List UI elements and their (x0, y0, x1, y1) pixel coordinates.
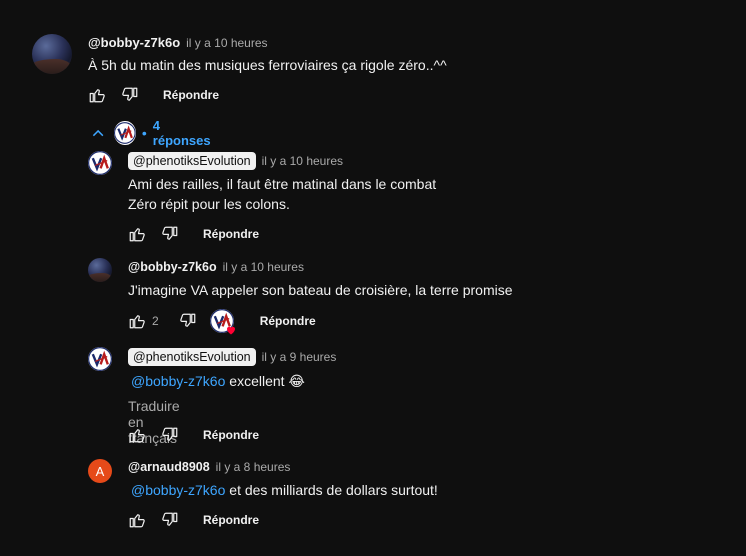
like-button[interactable] (128, 312, 146, 330)
comment-text: @bobby-z7k6o et des milliards de dollars… (131, 480, 438, 500)
reply-button[interactable]: Répondre (203, 227, 259, 241)
comment-time[interactable]: il y a 10 heures (186, 36, 267, 50)
dislike-button[interactable] (161, 426, 179, 444)
thumbs-up-icon (129, 315, 145, 329)
thumbs-up-icon (129, 429, 145, 443)
thumbs-up-icon (129, 514, 145, 528)
replies-toggle[interactable]: • 4 réponses (90, 118, 215, 148)
mention-link[interactable]: @bobby-z7k6o (131, 373, 225, 389)
avatar[interactable] (32, 34, 72, 74)
reply-button[interactable]: Répondre (203, 428, 259, 442)
reply-button[interactable]: Répondre (203, 513, 259, 527)
heart-icon (226, 326, 235, 335)
avatar[interactable] (88, 347, 112, 371)
comment-body: excellent (229, 373, 285, 389)
creator-heart-badge (209, 309, 235, 335)
comment-text: @bobby-z7k6o excellent 😂 (131, 371, 305, 391)
laughing-emoji: 😂 (288, 373, 305, 389)
like-button[interactable] (128, 225, 146, 243)
avatar[interactable] (88, 151, 112, 175)
previous-comment-fragment (142, 0, 152, 2)
comment-author[interactable]: @phenotiksEvolution (128, 348, 256, 366)
comment-text-line: Ami des railles, il faut être matinal da… (128, 176, 437, 192)
mention-link[interactable]: @bobby-z7k6o (131, 482, 225, 498)
thumbs-down-icon (162, 427, 178, 441)
comment-time[interactable]: il y a 10 heures (262, 154, 343, 168)
like-button[interactable] (88, 86, 106, 104)
thumbs-down-icon (162, 512, 178, 526)
thumbs-up-icon (129, 228, 145, 242)
comment-author[interactable]: @arnaud8908 (128, 460, 210, 474)
dislike-button[interactable] (161, 225, 179, 243)
comment-text-line: Zéro répit pour les colons. (128, 196, 290, 212)
avatar[interactable]: A (88, 459, 112, 483)
comment-author[interactable]: @phenotiksEvolution (128, 152, 256, 170)
comment-author[interactable]: @bobby-z7k6o (128, 260, 217, 274)
comment-time[interactable]: il y a 8 heures (216, 460, 291, 474)
thumbs-down-icon (179, 313, 196, 327)
thumbs-down-icon (122, 87, 138, 101)
comment-body: et des milliards de dollars surtout! (229, 482, 438, 498)
chevron-up-icon (92, 129, 104, 137)
comment-time[interactable]: il y a 10 heures (223, 260, 304, 274)
creator-avatar (114, 121, 136, 145)
thumbs-down-icon (162, 226, 178, 240)
avatar[interactable] (88, 258, 112, 282)
reply-button[interactable]: Répondre (260, 314, 316, 328)
dislike-button[interactable] (161, 511, 179, 529)
comment-time[interactable]: il y a 9 heures (262, 350, 337, 364)
dislike-button[interactable] (121, 86, 139, 104)
comment-text: À 5h du matin des musiques ferroviaires … (88, 57, 447, 73)
reply-button[interactable]: Répondre (163, 88, 219, 102)
replies-count: 4 réponses (152, 118, 211, 148)
replies-separator: • (141, 125, 147, 141)
comment-text: J'imagine VA appeler son bateau de crois… (128, 282, 513, 298)
like-button[interactable] (128, 511, 146, 529)
like-count: 2 (152, 314, 159, 328)
thumbs-up-icon (89, 89, 105, 103)
dislike-button[interactable] (179, 312, 197, 330)
like-button[interactable] (128, 426, 146, 444)
comment-author[interactable]: @bobby-z7k6o (88, 35, 180, 50)
